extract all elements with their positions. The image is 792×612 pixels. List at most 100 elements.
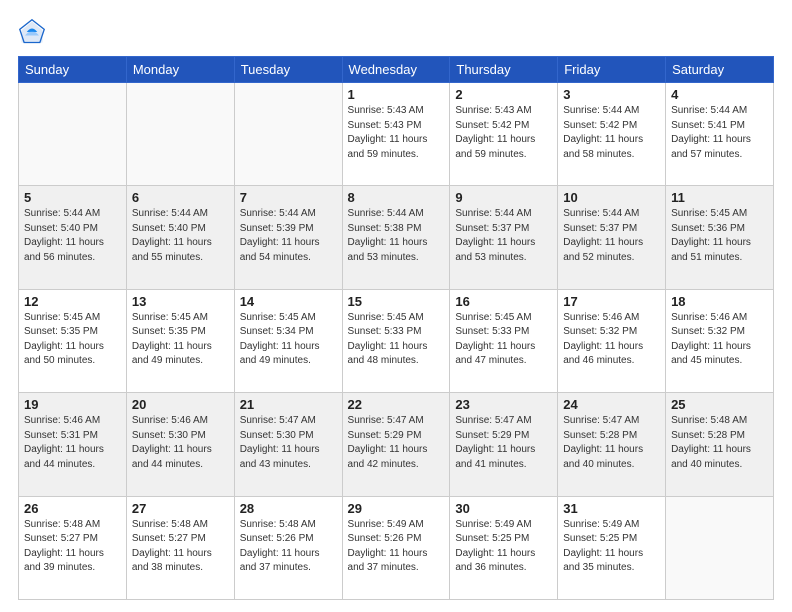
calendar-cell: 14 Sunrise: 5:45 AM Sunset: 5:34 PM Dayli… bbox=[234, 289, 342, 392]
day-number: 4 bbox=[671, 87, 768, 102]
day-number: 27 bbox=[132, 501, 229, 516]
day-info: Sunrise: 5:47 AM Sunset: 5:29 PM Dayligh… bbox=[348, 414, 445, 472]
calendar-cell: 13 Sunrise: 5:45 AM Sunset: 5:35 PM Dayli… bbox=[126, 289, 234, 392]
day-info: Sunrise: 5:45 AM Sunset: 5:33 PM Dayligh… bbox=[455, 311, 552, 369]
calendar-cell: 2Sunrise: 5:43 AM Sunset: 5:42 PM Daylig… bbox=[450, 83, 558, 186]
day-info: Sunrise: 5:44 AM Sunset: 5:39 PM Dayligh… bbox=[240, 207, 337, 265]
col-header-thursday: Thursday bbox=[450, 57, 558, 83]
day-info: Sunrise: 5:47 AM Sunset: 5:28 PM Dayligh… bbox=[563, 414, 660, 472]
calendar-cell bbox=[666, 496, 774, 599]
day-info: Sunrise: 5:49 AM Sunset: 5:25 PM Dayligh… bbox=[563, 518, 660, 576]
page: SundayMondayTuesdayWednesdayThursdayFrid… bbox=[0, 0, 792, 612]
day-number: 16 bbox=[455, 294, 552, 309]
calendar-cell: 3 Sunrise: 5:44 AM Sunset: 5:42 PM Daylig… bbox=[558, 83, 666, 186]
day-number: 17 bbox=[563, 294, 660, 309]
day-info: Sunrise: 5:46 AM Sunset: 5:31 PM Dayligh… bbox=[24, 414, 121, 472]
calendar-cell bbox=[126, 83, 234, 186]
calendar-table: SundayMondayTuesdayWednesdayThursdayFrid… bbox=[18, 56, 774, 600]
day-number: 26 bbox=[24, 501, 121, 516]
day-info: Sunrise: 5:44 AM Sunset: 5:40 PM Dayligh… bbox=[132, 207, 229, 265]
calendar-cell: 28 Sunrise: 5:48 AM Sunset: 5:26 PM Dayli… bbox=[234, 496, 342, 599]
day-number: 19 bbox=[24, 397, 121, 412]
calendar-cell: 31 Sunrise: 5:49 AM Sunset: 5:25 PM Dayli… bbox=[558, 496, 666, 599]
day-number: 6 bbox=[132, 190, 229, 205]
calendar-cell: 21 Sunrise: 5:47 AM Sunset: 5:30 PM Dayli… bbox=[234, 393, 342, 496]
calendar-cell: 4 Sunrise: 5:44 AM Sunset: 5:41 PM Daylig… bbox=[666, 83, 774, 186]
header bbox=[18, 18, 774, 46]
calendar-cell: 25 Sunrise: 5:48 AM Sunset: 5:28 PM Dayli… bbox=[666, 393, 774, 496]
calendar-week-row: 19 Sunrise: 5:46 AM Sunset: 5:31 PM Dayli… bbox=[19, 393, 774, 496]
day-info: Sunrise: 5:43 AM Sunset: 5:43 PM Dayligh… bbox=[348, 104, 445, 162]
day-info: Sunrise: 5:46 AM Sunset: 5:32 PM Dayligh… bbox=[563, 311, 660, 369]
calendar-cell: 16 Sunrise: 5:45 AM Sunset: 5:33 PM Dayli… bbox=[450, 289, 558, 392]
calendar-week-row: 5 Sunrise: 5:44 AM Sunset: 5:40 PM Daylig… bbox=[19, 186, 774, 289]
calendar-cell: 7Sunrise: 5:44 AM Sunset: 5:39 PM Daylig… bbox=[234, 186, 342, 289]
day-number: 10 bbox=[563, 190, 660, 205]
day-number: 2 bbox=[455, 87, 552, 102]
calendar-cell: 10 Sunrise: 5:44 AM Sunset: 5:37 PM Dayli… bbox=[558, 186, 666, 289]
calendar-cell: 26Sunrise: 5:48 AM Sunset: 5:27 PM Dayli… bbox=[19, 496, 127, 599]
day-number: 28 bbox=[240, 501, 337, 516]
logo-icon bbox=[18, 18, 46, 46]
day-number: 25 bbox=[671, 397, 768, 412]
day-number: 14 bbox=[240, 294, 337, 309]
calendar-week-row: 12 Sunrise: 5:45 AM Sunset: 5:35 PM Dayli… bbox=[19, 289, 774, 392]
day-number: 21 bbox=[240, 397, 337, 412]
day-number: 23 bbox=[455, 397, 552, 412]
calendar-cell bbox=[234, 83, 342, 186]
day-number: 24 bbox=[563, 397, 660, 412]
col-header-monday: Monday bbox=[126, 57, 234, 83]
day-number: 9 bbox=[455, 190, 552, 205]
day-info: Sunrise: 5:47 AM Sunset: 5:30 PM Dayligh… bbox=[240, 414, 337, 472]
day-info: Sunrise: 5:44 AM Sunset: 5:38 PM Dayligh… bbox=[348, 207, 445, 265]
calendar-cell: 8 Sunrise: 5:44 AM Sunset: 5:38 PM Daylig… bbox=[342, 186, 450, 289]
day-info: Sunrise: 5:46 AM Sunset: 5:30 PM Dayligh… bbox=[132, 414, 229, 472]
calendar-header-row: SundayMondayTuesdayWednesdayThursdayFrid… bbox=[19, 57, 774, 83]
day-info: Sunrise: 5:47 AM Sunset: 5:29 PM Dayligh… bbox=[455, 414, 552, 472]
day-info: Sunrise: 5:49 AM Sunset: 5:25 PM Dayligh… bbox=[455, 518, 552, 576]
calendar-cell: 5 Sunrise: 5:44 AM Sunset: 5:40 PM Daylig… bbox=[19, 186, 127, 289]
calendar-cell: 22 Sunrise: 5:47 AM Sunset: 5:29 PM Dayli… bbox=[342, 393, 450, 496]
calendar-cell: 30 Sunrise: 5:49 AM Sunset: 5:25 PM Dayli… bbox=[450, 496, 558, 599]
day-info: Sunrise: 5:44 AM Sunset: 5:42 PM Dayligh… bbox=[563, 104, 660, 162]
day-number: 8 bbox=[348, 190, 445, 205]
day-info: Sunrise: 5:44 AM Sunset: 5:41 PM Dayligh… bbox=[671, 104, 768, 162]
day-number: 3 bbox=[563, 87, 660, 102]
day-info: Sunrise: 5:48 AM Sunset: 5:26 PM Dayligh… bbox=[240, 518, 337, 576]
day-number: 30 bbox=[455, 501, 552, 516]
day-number: 18 bbox=[671, 294, 768, 309]
calendar-cell: 23 Sunrise: 5:47 AM Sunset: 5:29 PM Dayli… bbox=[450, 393, 558, 496]
day-number: 1 bbox=[348, 87, 445, 102]
calendar-cell bbox=[19, 83, 127, 186]
day-number: 15 bbox=[348, 294, 445, 309]
day-number: 11 bbox=[671, 190, 768, 205]
calendar-cell: 18Sunrise: 5:46 AM Sunset: 5:32 PM Dayli… bbox=[666, 289, 774, 392]
day-info: Sunrise: 5:45 AM Sunset: 5:35 PM Dayligh… bbox=[132, 311, 229, 369]
day-info: Sunrise: 5:45 AM Sunset: 5:34 PM Dayligh… bbox=[240, 311, 337, 369]
day-info: Sunrise: 5:44 AM Sunset: 5:37 PM Dayligh… bbox=[455, 207, 552, 265]
calendar-cell: 19 Sunrise: 5:46 AM Sunset: 5:31 PM Dayli… bbox=[19, 393, 127, 496]
day-info: Sunrise: 5:48 AM Sunset: 5:28 PM Dayligh… bbox=[671, 414, 768, 472]
day-info: Sunrise: 5:45 AM Sunset: 5:36 PM Dayligh… bbox=[671, 207, 768, 265]
col-header-tuesday: Tuesday bbox=[234, 57, 342, 83]
day-number: 13 bbox=[132, 294, 229, 309]
calendar-week-row: 26 Sunrise: 5:48 AM Sunset: 5:27 PM Dayli… bbox=[19, 496, 774, 599]
calendar-cell: 6 Sunrise: 5:44 AM Sunset: 5:40 PM Daylig… bbox=[126, 186, 234, 289]
day-info: Sunrise: 5:45 AM Sunset: 5:35 PM Dayligh… bbox=[24, 311, 121, 369]
calendar-cell: 9 Sunrise: 5:44 AM Sunset: 5:37 PM Daylig… bbox=[450, 186, 558, 289]
day-number: 31 bbox=[563, 501, 660, 516]
calendar-cell: 29Sunrise: 5:49 AM Sunset: 5:26 PM Dayli… bbox=[342, 496, 450, 599]
calendar-week-row: 1 Sunrise: 5:43 AM Sunset: 5:43 PM Daylig… bbox=[19, 83, 774, 186]
day-info: Sunrise: 5:48 AM Sunset: 5:27 PM Dayligh… bbox=[132, 518, 229, 576]
day-number: 5 bbox=[24, 190, 121, 205]
day-info: Sunrise: 5:44 AM Sunset: 5:37 PM Dayligh… bbox=[563, 207, 660, 265]
logo bbox=[18, 18, 50, 46]
day-number: 22 bbox=[348, 397, 445, 412]
col-header-sunday: Sunday bbox=[19, 57, 127, 83]
day-info: Sunrise: 5:49 AM Sunset: 5:26 PM Dayligh… bbox=[348, 518, 445, 576]
col-header-saturday: Saturday bbox=[666, 57, 774, 83]
calendar-cell: 12 Sunrise: 5:45 AM Sunset: 5:35 PM Dayli… bbox=[19, 289, 127, 392]
day-info: Sunrise: 5:44 AM Sunset: 5:40 PM Dayligh… bbox=[24, 207, 121, 265]
day-number: 12 bbox=[24, 294, 121, 309]
calendar-cell: 15Sunrise: 5:45 AM Sunset: 5:33 PM Dayli… bbox=[342, 289, 450, 392]
